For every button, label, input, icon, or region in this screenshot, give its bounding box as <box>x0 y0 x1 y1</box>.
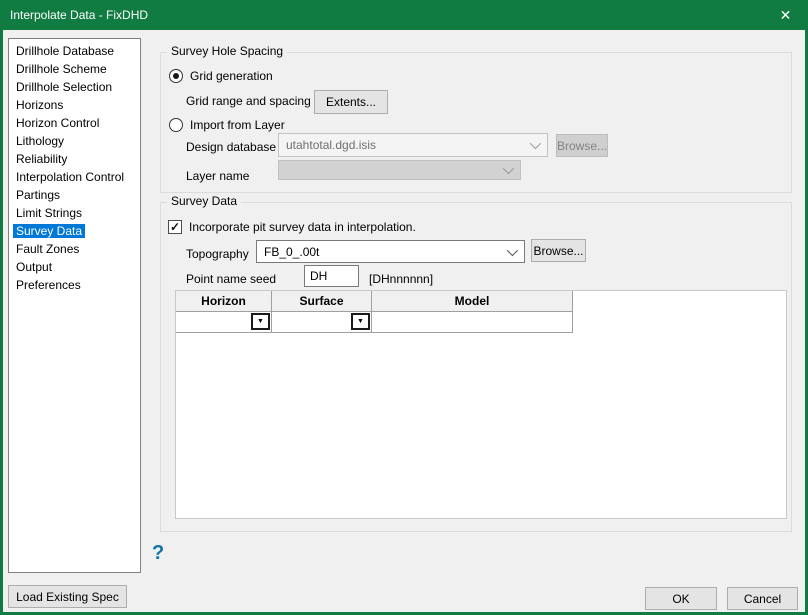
cancel-button[interactable]: Cancel <box>727 587 798 610</box>
window-title: Interpolate Data - FixDHD <box>10 8 763 22</box>
survey-data-group: Survey Data ✓ Incorporate pit survey dat… <box>160 202 792 532</box>
sidebar-item-horizons[interactable]: Horizons <box>13 96 140 114</box>
surface-cell[interactable]: ▼ <box>272 312 372 333</box>
layer-name-label: Layer name <box>186 169 249 183</box>
dropdown-arrow-icon: ▼ <box>357 318 364 325</box>
model-cell[interactable] <box>372 312 573 333</box>
survey-table: Horizon Surface Model ▼ ▼ <box>175 290 787 519</box>
check-icon: ✓ <box>170 221 180 233</box>
surface-dropdown-button[interactable]: ▼ <box>351 313 370 330</box>
sidebar-item-fault-zones[interactable]: Fault Zones <box>13 240 140 258</box>
sidebar-item-drillhole-selection[interactable]: Drillhole Selection <box>13 78 140 96</box>
chevron-down-icon <box>503 163 514 174</box>
horizon-dropdown-button[interactable]: ▼ <box>251 313 270 330</box>
design-database-value: utahtotal.dgd.isis <box>286 138 376 152</box>
grid-generation-label: Grid generation <box>190 69 273 83</box>
column-header-horizon: Horizon <box>176 291 272 312</box>
topography-value: FB_0_.00t <box>264 245 319 259</box>
dropdown-arrow-icon: ▼ <box>257 318 264 325</box>
chevron-down-icon <box>507 244 518 255</box>
grid-range-label: Grid range and spacing <box>186 94 311 108</box>
sidebar-item-preferences[interactable]: Preferences <box>13 276 140 294</box>
dialog-client-area: Drillhole Database Drillhole Scheme Dril… <box>3 30 805 612</box>
dialog-window: Interpolate Data - FixDHD ✕ Drillhole Da… <box>0 0 808 615</box>
sidebar-item-reliability[interactable]: Reliability <box>13 150 140 168</box>
grid-generation-radio[interactable] <box>169 69 183 83</box>
sidebar-item-interpolation-control[interactable]: Interpolation Control <box>13 168 140 186</box>
incorporate-checkbox[interactable]: ✓ <box>168 220 182 234</box>
survey-hole-spacing-group: Survey Hole Spacing Grid generation Grid… <box>160 52 792 193</box>
survey-data-title: Survey Data <box>167 194 241 209</box>
import-from-layer-label: Import from Layer <box>190 118 285 132</box>
chevron-down-icon <box>530 138 541 149</box>
import-from-layer-radio[interactable] <box>169 118 183 132</box>
topography-label: Topography <box>186 247 249 261</box>
column-header-surface: Surface <box>272 291 372 312</box>
sidebar-item-horizon-control[interactable]: Horizon Control <box>13 114 140 132</box>
sidebar-item-drillhole-database[interactable]: Drillhole Database <box>13 42 140 60</box>
horizon-cell[interactable]: ▼ <box>176 312 272 333</box>
extents-button[interactable]: Extents... <box>314 90 388 114</box>
incorporate-label: Incorporate pit survey data in interpola… <box>189 220 416 234</box>
point-name-seed-label: Point name seed <box>186 272 276 286</box>
topography-combo[interactable]: FB_0_.00t <box>256 240 525 263</box>
sidebar-item-limit-strings[interactable]: Limit Strings <box>13 204 140 222</box>
sidebar-item-lithology[interactable]: Lithology <box>13 132 140 150</box>
design-database-browse-button: Browse... <box>556 134 608 157</box>
survey-table-header: Horizon Surface Model <box>176 291 786 312</box>
sidebar-item-drillhole-scheme[interactable]: Drillhole Scheme <box>13 60 140 78</box>
help-icon[interactable]: ? <box>152 542 164 565</box>
sidebar-item-output[interactable]: Output <box>13 258 140 276</box>
layer-name-combo <box>278 160 521 180</box>
design-database-combo: utahtotal.dgd.isis <box>278 133 548 157</box>
close-icon: ✕ <box>780 7 792 24</box>
column-header-model: Model <box>372 291 573 312</box>
sidebar-item-survey-data[interactable]: Survey Data <box>13 222 140 240</box>
point-name-seed-hint: [DHnnnnnn] <box>369 272 433 286</box>
ok-button[interactable]: OK <box>645 587 717 610</box>
load-existing-spec-button[interactable]: Load Existing Spec <box>8 585 127 608</box>
table-row: ▼ ▼ <box>176 312 786 333</box>
design-database-label: Design database <box>186 140 276 154</box>
close-button[interactable]: ✕ <box>763 0 808 30</box>
section-list: Drillhole Database Drillhole Scheme Dril… <box>8 38 141 573</box>
topography-browse-button[interactable]: Browse... <box>531 239 586 262</box>
point-name-seed-input[interactable] <box>304 265 359 287</box>
title-bar: Interpolate Data - FixDHD ✕ <box>0 0 808 30</box>
sidebar-item-partings[interactable]: Partings <box>13 186 140 204</box>
survey-hole-spacing-title: Survey Hole Spacing <box>167 44 287 59</box>
